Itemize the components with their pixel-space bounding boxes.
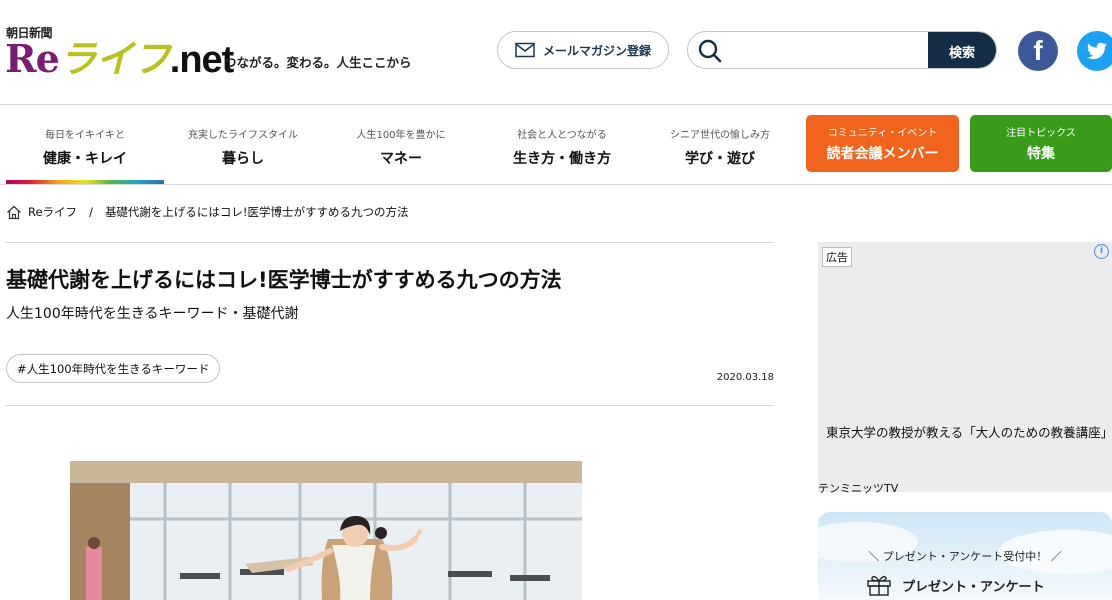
promo-subtitle: ＼ プレゼント・アンケート受付中！ ／ xyxy=(868,550,1062,563)
article-subtitle: 人生100年時代を生きるキーワード・基礎代謝 xyxy=(6,306,299,322)
newsletter-signup-label: メールマガジン登録 xyxy=(542,43,651,58)
home-icon xyxy=(7,205,21,219)
nav-item-learning-play[interactable]: シニア世代の愉しみ方 学び・遊び xyxy=(641,105,799,183)
nav-item-sub: 充実したライフスタイル xyxy=(188,130,298,141)
breadcrumb-separator: / xyxy=(89,205,93,219)
sidebar-ad[interactable]: 広告 i ✕ 東京大学の教授が教える「大人のための教養講座」 xyxy=(818,242,1112,492)
search-bar: 検索 xyxy=(687,31,997,69)
divider xyxy=(6,405,774,406)
nav-item-living[interactable]: 充実したライフスタイル 暮らし xyxy=(164,105,322,183)
logo-re: Re xyxy=(5,36,60,81)
nav-box-label: 特集 xyxy=(1027,146,1055,162)
ad-info-icon[interactable]: i xyxy=(1094,244,1109,259)
article-tag[interactable]: #人生100年時代を生きるキーワード xyxy=(6,354,221,383)
present-survey-banner[interactable]: ＼ プレゼント・アンケート受付中！ ／ プレゼント・アンケート xyxy=(818,512,1112,600)
nav-item-label: 健康・キレイ xyxy=(43,151,127,167)
nav-item-label: マネー xyxy=(380,151,422,167)
site-header: 朝日新聞 Reライフ.net つながる。変わる。人生ここから メールマガジン登録… xyxy=(0,0,1112,105)
ad-headline[interactable]: 東京大学の教授が教える「大人のための教養講座」 xyxy=(826,422,1112,443)
nav-item-sub: 人生100年を豊かに xyxy=(356,130,446,141)
nav-item-health[interactable]: 毎日をイキイキと 健康・キレイ xyxy=(6,105,164,184)
facebook-icon[interactable]: f xyxy=(1018,31,1058,71)
article-date: 2020.03.18 xyxy=(716,372,774,383)
nav-item-label: 学び・遊び xyxy=(685,151,755,167)
breadcrumb-home-link[interactable]: Reライフ xyxy=(28,204,77,220)
nav-item-sub: シニア世代の愉しみ方 xyxy=(670,130,770,141)
nav-item-label: 暮らし xyxy=(222,151,264,167)
ad-source[interactable]: テンミニッツTV xyxy=(818,480,898,496)
main-nav: 毎日をイキイキと 健康・キレイ 充実したライフスタイル 暮らし 人生100年を豊… xyxy=(0,105,1112,185)
breadcrumb: Reライフ / 基礎代謝を上げるにはコレ!医学博士がすすめる九つの方法 xyxy=(6,204,409,220)
promo-title: プレゼント・アンケート xyxy=(866,574,1044,596)
nav-reader-members-button[interactable]: コミュニティ・イベント 読者会議メンバー xyxy=(806,115,959,172)
nav-feature-button[interactable]: 注目トピックス 特集 xyxy=(970,115,1112,172)
article-header: 基礎代謝を上げるにはコレ!医学博士がすすめる九つの方法 人生100年時代を生きる… xyxy=(6,242,774,406)
article-hero-image xyxy=(70,461,582,600)
promo-title-label: プレゼント・アンケート xyxy=(902,579,1045,595)
breadcrumb-current: 基礎代謝を上げるにはコレ!医学博士がすすめる九つの方法 xyxy=(104,205,409,219)
twitter-bird-icon xyxy=(1086,42,1108,60)
nav-box-sub: コミュニティ・イベント xyxy=(827,128,938,139)
search-icon xyxy=(698,39,722,63)
search-button[interactable]: 検索 xyxy=(928,32,996,68)
site-tagline: つながる。変わる。人生ここから xyxy=(224,55,412,70)
page-title: 基礎代謝を上げるにはコレ!医学博士がすすめる九つの方法 xyxy=(6,268,562,292)
active-nav-indicator xyxy=(6,180,164,184)
newsletter-signup-button[interactable]: メールマガジン登録 xyxy=(497,31,669,69)
gift-icon xyxy=(867,575,891,596)
nav-item-sub: 毎日をイキイキと xyxy=(45,130,125,141)
site-logo[interactable]: Reライフ.net xyxy=(5,36,234,82)
nav-item-lifestyle-work[interactable]: 社会と人とつながる 生き方・働き方 xyxy=(483,105,641,183)
mail-icon xyxy=(515,42,535,58)
ad-label: 広告 xyxy=(822,247,852,267)
exercise-photo xyxy=(70,461,582,600)
logo-life: ライフ xyxy=(58,37,171,81)
twitter-icon[interactable] xyxy=(1077,31,1112,71)
nav-item-sub: 社会と人とつながる xyxy=(517,130,607,141)
nav-item-money[interactable]: 人生100年を豊かに マネー xyxy=(322,105,480,183)
nav-item-label: 生き方・働き方 xyxy=(513,151,611,167)
nav-box-label: 読者会議メンバー xyxy=(826,146,939,162)
search-input[interactable] xyxy=(728,36,922,66)
nav-box-sub: 注目トピックス xyxy=(1006,128,1076,139)
